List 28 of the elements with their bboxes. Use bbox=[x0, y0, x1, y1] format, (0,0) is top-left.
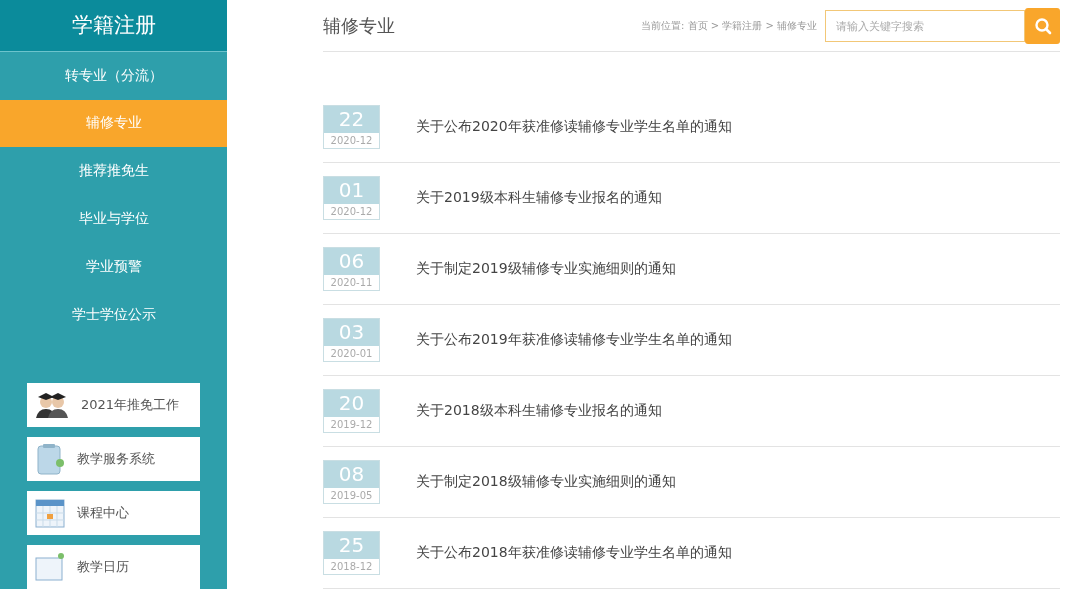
quick-link[interactable]: 2021年推免工作 bbox=[27, 382, 200, 427]
quick-link[interactable]: 教学服务系统 bbox=[27, 436, 200, 481]
news-link[interactable]: 关于制定2018级辅修专业实施细则的通知 bbox=[416, 473, 676, 491]
calendar-icon bbox=[35, 497, 65, 528]
search-icon bbox=[1033, 16, 1052, 35]
graduates-icon bbox=[35, 391, 69, 418]
quick-link[interactable]: 课程中心 bbox=[27, 490, 200, 535]
news-link[interactable]: 关于制定2019级辅修专业实施细则的通知 bbox=[416, 260, 676, 278]
page-title: 辅修专业 bbox=[323, 13, 396, 38]
search-button[interactable] bbox=[1025, 7, 1060, 44]
clipboard-icon bbox=[35, 442, 65, 475]
date-badge: 03 2020-01 bbox=[323, 318, 380, 362]
news-link[interactable]: 关于2019级本科生辅修专业报名的通知 bbox=[416, 189, 662, 207]
date-badge: 01 2020-12 bbox=[323, 176, 380, 220]
date-badge: 06 2020-11 bbox=[323, 247, 380, 291]
date-badge: 25 2018-12 bbox=[323, 531, 380, 575]
date-badge: 08 2019-05 bbox=[323, 460, 380, 504]
date-badge: 22 2020-12 bbox=[323, 105, 380, 149]
news-link[interactable]: 关于公布2019年获准修读辅修专业学生名单的通知 bbox=[416, 331, 732, 349]
quick-link[interactable]: 教学日历 bbox=[27, 544, 200, 589]
news-link[interactable]: 关于公布2020年获准修读辅修专业学生名单的通知 bbox=[416, 118, 732, 136]
note-icon bbox=[35, 551, 65, 582]
breadcrumb: 当前位置: 首页 > 学籍注册 > 辅修专业 bbox=[640, 18, 817, 33]
news-link[interactable]: 关于公布2018年获准修读辅修专业学生名单的通知 bbox=[416, 544, 732, 562]
news-link[interactable]: 关于2018级本科生辅修专业报名的通知 bbox=[416, 402, 662, 420]
sidebar-title: 学籍注册 bbox=[0, 0, 227, 52]
date-badge: 20 2019-12 bbox=[323, 389, 380, 433]
search-field[interactable]: 请输入关键字搜索 bbox=[825, 9, 1025, 42]
